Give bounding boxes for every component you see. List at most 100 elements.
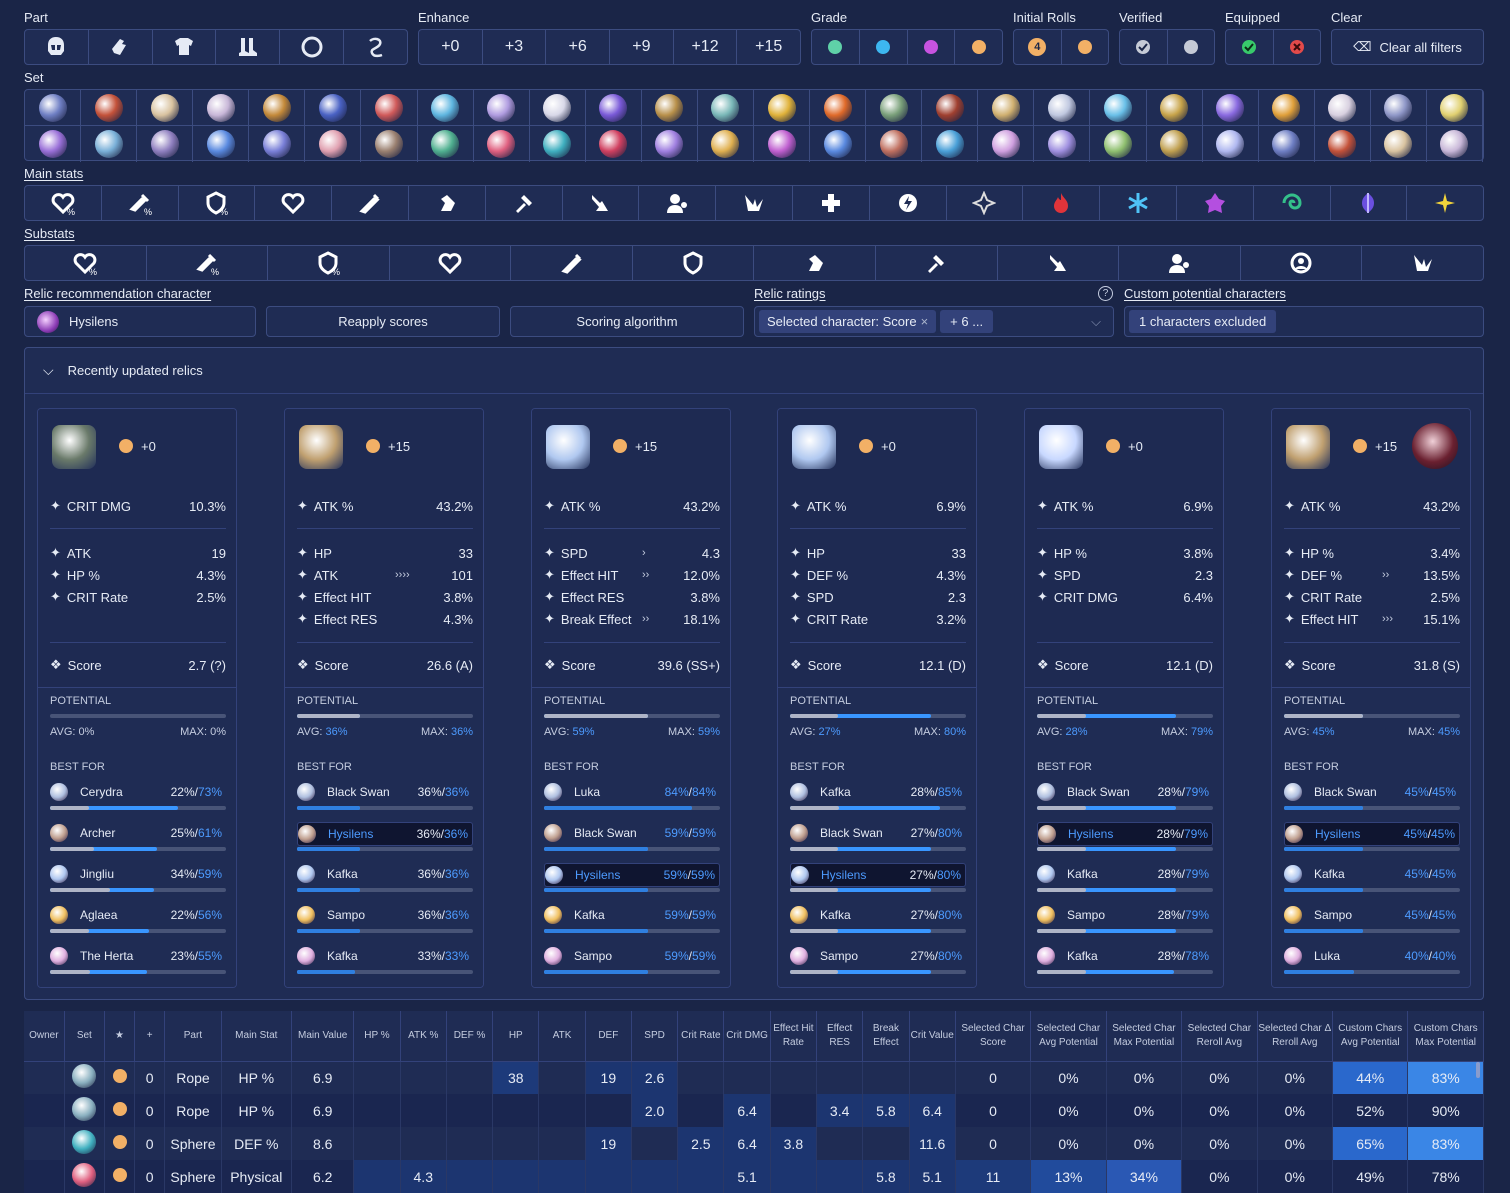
quantum-dmg-button[interactable]: [1331, 186, 1408, 220]
set-filter-button[interactable]: [473, 90, 530, 126]
set-filter-button[interactable]: [361, 126, 418, 162]
hp-percent-button[interactable]: %: [25, 186, 102, 220]
best-for-row[interactable]: Black Swan 59%/59%: [544, 822, 720, 846]
best-for-row[interactable]: Kafka 28%/78%: [1037, 945, 1213, 969]
relic-card[interactable]: +0 ✦ ATK % 6.9% ✦ HP % 3.8% ✦ SPD 2.3 ✦ CRIT DMG 6.4…: [1024, 408, 1224, 988]
set-filter-button[interactable]: [1315, 126, 1371, 162]
grade-option-3[interactable]: [860, 30, 908, 64]
set-filter-button[interactable]: [25, 90, 82, 126]
sub-hp-button[interactable]: [390, 246, 512, 280]
equipped-no-button[interactable]: [1274, 30, 1321, 64]
column-header[interactable]: Selected Char Avg Potential: [1030, 1011, 1107, 1062]
best-for-row[interactable]: Kafka 45%/45%: [1284, 863, 1460, 887]
hands-filter-button[interactable]: [89, 30, 153, 64]
set-filter-button[interactable]: [922, 126, 979, 162]
best-for-row[interactable]: Jingliu 34%/59%: [50, 863, 226, 887]
column-header[interactable]: Main Stat: [221, 1011, 293, 1062]
set-filter-button[interactable]: [922, 90, 979, 126]
relic-card[interactable]: +15 ✦ ATK % 43.2% ✦ SPD › 4.3 ✦ Effect HIT ›› 12.0%…: [531, 408, 731, 988]
column-header[interactable]: ATK %: [400, 1011, 447, 1062]
set-filter-button[interactable]: [81, 90, 138, 126]
rope-filter-button[interactable]: [344, 30, 407, 64]
column-header[interactable]: HP: [492, 1011, 540, 1062]
sub-crit-rate-button[interactable]: [876, 246, 998, 280]
enhance-option[interactable]: +6: [546, 30, 611, 64]
column-header[interactable]: Selected Char Δ Reroll Avg: [1257, 1011, 1334, 1062]
hp-button[interactable]: [255, 186, 333, 220]
sub-effect-hit-button[interactable]: [1119, 246, 1241, 280]
set-filter-button[interactable]: [81, 126, 138, 162]
column-header[interactable]: ★: [104, 1011, 136, 1062]
set-filter-button[interactable]: [586, 126, 642, 162]
atk-percent-button[interactable]: %: [102, 186, 179, 220]
set-filter-button[interactable]: [193, 126, 250, 162]
effect-hit-button[interactable]: [639, 186, 717, 220]
set-filter-button[interactable]: [305, 126, 362, 162]
column-header[interactable]: Selected Char Reroll Avg: [1181, 1011, 1258, 1062]
best-for-row[interactable]: The Herta 23%/55%: [50, 945, 226, 969]
sub-atk-button[interactable]: [511, 246, 633, 280]
set-filter-button[interactable]: [1427, 126, 1483, 162]
set-filter-button[interactable]: [1034, 126, 1091, 162]
set-filter-button[interactable]: [1314, 90, 1371, 126]
best-for-row[interactable]: Luka 40%/40%: [1284, 945, 1460, 969]
set-filter-button[interactable]: [474, 126, 530, 162]
relic-card[interactable]: +15 ✦ ATK % 43.2% ✦ HP % 3.4% ✦ DEF % ›› 13.5% ✦ CRI…: [1271, 408, 1471, 988]
set-filter-button[interactable]: [1146, 90, 1203, 126]
column-header[interactable]: Selected Char Score: [955, 1011, 1032, 1062]
best-for-row[interactable]: Kafka 27%/80%: [790, 904, 966, 928]
best-for-row[interactable]: Sampo 36%/36%: [297, 904, 473, 928]
table-row[interactable]: 0 Sphere Physical 6.2 4.3 5.1 5.8 5.1 11 13% 34% 0%…: [24, 1160, 1484, 1193]
grade-option-2[interactable]: [812, 30, 860, 64]
set-filter-button[interactable]: [1258, 90, 1315, 126]
best-for-row[interactable]: Hysilens 59%/59%: [544, 863, 720, 887]
column-header[interactable]: Crit DMG: [723, 1011, 771, 1062]
column-header[interactable]: Crit Value: [909, 1011, 956, 1062]
column-header[interactable]: Effect Hit Rate: [770, 1011, 818, 1062]
set-filter-button[interactable]: [249, 90, 306, 126]
set-filter-button[interactable]: [1147, 126, 1203, 162]
grade-option-5[interactable]: [955, 30, 1002, 64]
atk-button[interactable]: [332, 186, 409, 220]
best-for-row[interactable]: Sampo 28%/79%: [1037, 904, 1213, 928]
imaginary-dmg-button[interactable]: [1407, 186, 1483, 220]
best-for-row[interactable]: Hysilens 36%/36%: [297, 822, 473, 846]
character-select[interactable]: Hysilens: [24, 306, 256, 337]
set-filter-button[interactable]: [1370, 90, 1427, 126]
column-header[interactable]: DEF: [585, 1011, 632, 1062]
set-filter-button[interactable]: [1034, 90, 1091, 126]
owner-avatar[interactable]: [1412, 423, 1458, 469]
set-filter-button[interactable]: [754, 126, 811, 162]
best-for-row[interactable]: Black Swan 28%/79%: [1037, 781, 1213, 805]
scoring-algorithm-button[interactable]: Scoring algorithm: [510, 306, 744, 337]
set-filter-button[interactable]: [978, 126, 1035, 162]
relic-card[interactable]: +0 ✦ ATK % 6.9% ✦ HP 33 ✦ DEF % 4.3% ✦ SPD 2.3 ✦ CRIT …: [777, 408, 977, 988]
best-for-row[interactable]: Sampo 59%/59%: [544, 945, 720, 969]
table-row[interactable]: 0 Sphere DEF % 8.6 19 2.5 6.4 3.8 11.6 0 0% 0% 0% 0% 6…: [24, 1127, 1484, 1160]
best-for-row[interactable]: Black Swan 36%/36%: [297, 781, 473, 805]
wind-dmg-button[interactable]: [1254, 186, 1331, 220]
column-header[interactable]: Effect RES: [816, 1011, 864, 1062]
def-percent-button[interactable]: %: [179, 186, 256, 220]
best-for-row[interactable]: Hysilens 45%/45%: [1284, 822, 1460, 846]
set-filter-button[interactable]: [866, 90, 923, 126]
sub-atk-percent-button[interactable]: %: [147, 246, 269, 280]
column-header[interactable]: ATK: [538, 1011, 586, 1062]
best-for-row[interactable]: Kafka 28%/79%: [1037, 863, 1213, 887]
column-header[interactable]: Custom Chars Max Potential: [1407, 1011, 1484, 1062]
best-for-row[interactable]: Kafka 36%/36%: [297, 863, 473, 887]
column-header[interactable]: Set: [64, 1011, 105, 1062]
column-header[interactable]: SPD: [631, 1011, 679, 1062]
enhance-option[interactable]: +9: [610, 30, 674, 64]
feet-filter-button[interactable]: [216, 30, 281, 64]
outgoing-heal-button[interactable]: [793, 186, 870, 220]
set-filter-button[interactable]: [361, 90, 418, 126]
column-header[interactable]: Owner: [24, 1011, 65, 1062]
enhance-option[interactable]: +0: [419, 30, 483, 64]
sub-spd-button[interactable]: [754, 246, 877, 280]
column-header[interactable]: Custom Chars Avg Potential: [1332, 1011, 1409, 1062]
column-header[interactable]: HP %: [353, 1011, 401, 1062]
set-filter-button[interactable]: [978, 90, 1035, 126]
custom-potential-select[interactable]: 1 characters excluded: [1124, 306, 1484, 337]
verified-no-button[interactable]: [1168, 30, 1215, 64]
